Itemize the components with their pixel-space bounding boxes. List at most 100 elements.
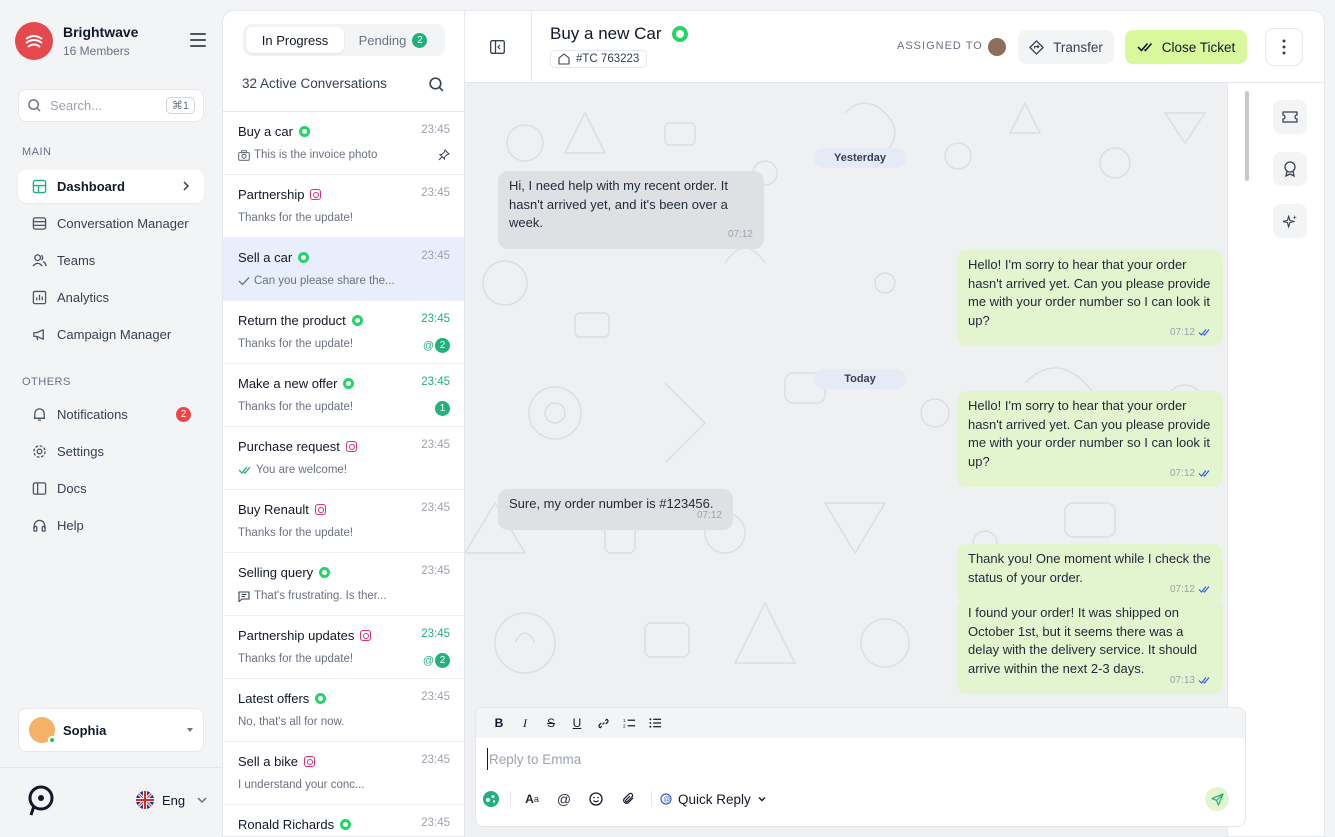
strikethrough-icon[interactable]: S (538, 712, 564, 734)
conversation-row[interactable]: Partnership updates 23:45 Thanks for the… (223, 616, 464, 679)
conversation-preview: Thanks for the update! (238, 653, 354, 665)
pin-icon[interactable] (438, 149, 450, 161)
bold-icon[interactable]: B (486, 712, 512, 734)
message-incoming[interactable]: Hi, I need help with my recent order. It… (498, 171, 764, 249)
workspace-switcher[interactable]: Brightwave 16 Members (15, 22, 138, 60)
conversation-title: Sell a bike (238, 754, 298, 769)
ordered-list-icon[interactable]: 12 (616, 712, 642, 734)
nav-analytics[interactable]: Analytics (18, 281, 204, 314)
italic-icon[interactable]: I (512, 712, 538, 734)
language-selector[interactable]: Eng (136, 791, 207, 809)
nav-conversation-manager[interactable]: Conversation Manager (18, 207, 204, 240)
nav-label: Campaign Manager (57, 327, 172, 342)
reply-input[interactable] (487, 748, 1187, 770)
conversation-row-selected[interactable]: Sell a car 23:45 Can you please share th… (223, 238, 464, 301)
conversation-time: 23:45 (421, 124, 450, 136)
underline-icon[interactable]: U (564, 712, 590, 734)
chart-icon (31, 290, 47, 306)
conversation-time: 23:45 (421, 565, 450, 577)
assignee-avatar[interactable] (988, 38, 1006, 56)
conversation-row[interactable]: Latest offers 23:45 No, that's all for n… (223, 679, 464, 742)
hamburger-icon[interactable] (190, 33, 206, 47)
conversation-row[interactable]: Buy a car 23:45 This is the invoice phot… (223, 112, 464, 175)
chevron-down-icon (758, 797, 766, 802)
language-label: Eng (162, 792, 186, 808)
conversation-preview: Thanks for the update! (238, 401, 354, 413)
chat-panel: Buy a new Car #TC 763223 ASSIGNED TO Tra… (464, 10, 1326, 837)
mention-icon: @ (422, 339, 434, 352)
check-icon (238, 276, 250, 286)
double-check-icon (1137, 42, 1152, 52)
ai-assistant-icon[interactable] (482, 788, 500, 810)
search-icon (28, 99, 41, 112)
camera-icon (238, 149, 250, 161)
ticket-details-button[interactable] (1273, 100, 1307, 134)
conversation-row[interactable]: Sell a bike 23:45 I understand your conc… (223, 742, 464, 805)
link-icon[interactable] (590, 712, 616, 734)
conversation-row[interactable]: Purchase request 23:45 You are welcome! (223, 427, 464, 490)
conversation-row[interactable]: Ronald Richards 23:45 (223, 805, 464, 836)
read-receipt-icon (1198, 677, 1210, 685)
mention-icon[interactable]: @ (551, 788, 577, 810)
formatting-toolbar: B I S U 12 (476, 708, 1245, 738)
conversation-title: Purchase request (238, 439, 340, 454)
nav-label: Analytics (57, 290, 110, 305)
search-icon[interactable] (428, 76, 445, 96)
sidebar-toggle-icon[interactable] (490, 40, 505, 57)
read-receipt-icon (1198, 329, 1210, 337)
close-ticket-button[interactable]: Close Ticket (1125, 30, 1247, 64)
conversation-row[interactable]: Partnership 23:45 Thanks for the update! (223, 175, 464, 238)
send-button[interactable] (1205, 787, 1229, 811)
conversation-row[interactable]: Make a new offer 23:45 Thanks for the up… (223, 364, 464, 427)
whatsapp-icon (298, 252, 310, 263)
search-input[interactable]: Search... ⌘1 (18, 89, 204, 122)
message-outgoing[interactable]: Thank you! One moment while I check the … (957, 544, 1223, 603)
message-outgoing[interactable]: I found your order! It was shipped on Oc… (957, 598, 1223, 694)
nav-docs[interactable]: Docs (18, 472, 204, 505)
more-options-button[interactable] (1265, 28, 1303, 66)
nav-dashboard[interactable]: Dashboard (18, 170, 204, 203)
pending-count-badge: 2 (412, 32, 428, 48)
quick-reply-dropdown[interactable]: @ Quick Reply (660, 792, 767, 807)
message-incoming[interactable]: Sure, my order number is #123456. 07:12 (498, 489, 733, 530)
conversation-preview: Thanks for the update! (238, 212, 354, 224)
whatsapp-icon (351, 315, 363, 326)
font-format-icon[interactable]: Aa (519, 788, 545, 810)
unread-badge: 2 (435, 338, 450, 353)
nav-teams[interactable]: Teams (18, 244, 204, 277)
conversation-time: 23:45 (421, 628, 450, 640)
tab-in-progress[interactable]: In Progress (246, 27, 344, 53)
conversation-preview: Thanks for the update! (238, 338, 354, 350)
nav-campaign-manager[interactable]: Campaign Manager (18, 318, 204, 351)
tab-pending[interactable]: Pending 2 (344, 27, 442, 53)
transfer-button[interactable]: Transfer (1018, 30, 1114, 64)
attachment-icon[interactable] (615, 788, 641, 810)
conversation-row[interactable]: Buy Renault 23:45 Thanks for the update! (223, 490, 464, 553)
conversation-row[interactable]: Selling query 23:45 That's frustrating. … (223, 553, 464, 616)
conversation-title: Partnership updates (238, 628, 355, 643)
instagram-icon (360, 630, 372, 641)
assigned-to-label: ASSIGNED TO (897, 40, 983, 52)
nav-settings[interactable]: Settings (18, 435, 204, 468)
nav-help[interactable]: Help (18, 509, 204, 542)
badge-button[interactable] (1273, 152, 1307, 186)
message-text: Hello! I'm sorry to hear that your order… (968, 398, 1211, 469)
emoji-icon[interactable] (583, 788, 609, 810)
conversation-preview: No, that's all for now. (238, 716, 345, 728)
user-menu[interactable]: Sophia (18, 708, 204, 752)
bullet-list-icon[interactable] (642, 712, 668, 734)
ai-assist-button[interactable] (1273, 204, 1307, 238)
ticket-id-badge[interactable]: #TC 763223 (550, 50, 648, 68)
conversation-row[interactable]: Return the product 23:45 Thanks for the … (223, 301, 464, 364)
nav-notifications[interactable]: Notifications 2 (18, 398, 204, 431)
instagram-icon (303, 756, 315, 767)
scrollbar[interactable] (1245, 91, 1249, 181)
whatsapp-icon (319, 567, 331, 578)
conversation-list-panel: In Progress Pending 2 32 Active Conversat… (222, 10, 464, 837)
brand-logo (15, 22, 53, 60)
message-outgoing[interactable]: Hello! I'm sorry to hear that your order… (957, 391, 1223, 487)
whatsapp-icon (298, 126, 310, 137)
nav-label: Dashboard (57, 179, 125, 194)
conversation-title: Make a new offer (238, 376, 338, 391)
message-outgoing[interactable]: Hello! I'm sorry to hear that your order… (957, 250, 1223, 346)
